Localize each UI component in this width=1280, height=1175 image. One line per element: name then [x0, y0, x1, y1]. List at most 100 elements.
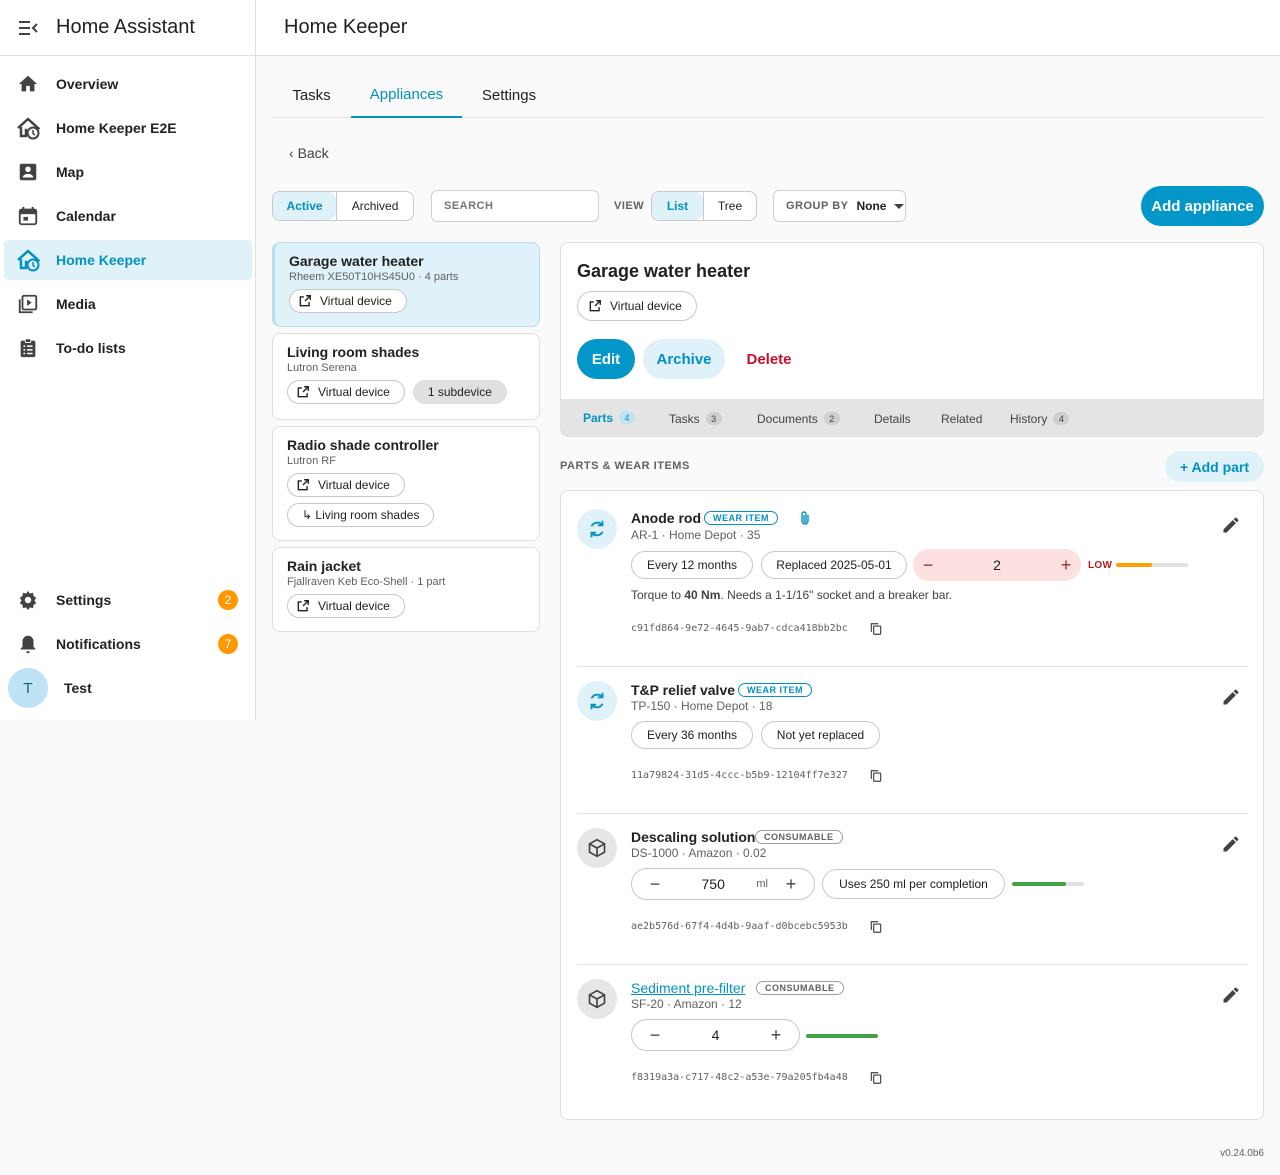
archive-button[interactable]: Archive: [643, 339, 725, 379]
part-uuid: c91fd864-9e72-4645-9ab7-cdca418bb2bc: [631, 623, 848, 634]
copy-icon[interactable]: [869, 622, 883, 636]
sidebar-item-settings[interactable]: Settings 2: [4, 580, 252, 620]
virtual-device-chip[interactable]: Virtual device: [287, 380, 405, 404]
tab-appliances[interactable]: Appliances: [351, 72, 462, 118]
pencil-icon: [1223, 689, 1239, 705]
paperclip-icon[interactable]: [799, 510, 811, 529]
sidebar-item-calendar[interactable]: Calendar: [4, 196, 252, 236]
decrement-button[interactable]: −: [640, 874, 670, 895]
appliance-card[interactable]: Rain jacket Fjallraven Keb Eco-Shell · 1…: [272, 547, 540, 632]
virtual-device-chip[interactable]: Virtual device: [287, 594, 405, 618]
sidebar-item-todo-lists[interactable]: To-do lists: [4, 328, 252, 368]
part-name-link[interactable]: Sediment pre-filter: [631, 980, 745, 996]
search-input[interactable]: [431, 190, 599, 222]
refresh-icon: [577, 509, 617, 549]
sidebar-item-home-keeper[interactable]: Home Keeper: [4, 240, 252, 280]
parent-device-chip[interactable]: ↳ Living room shades: [287, 503, 435, 527]
subtab-documents[interactable]: Documents 2: [757, 399, 840, 436]
status-filter: Active Archived: [272, 191, 414, 221]
media-icon: [4, 293, 52, 315]
avatar[interactable]: T: [8, 668, 48, 708]
quantity-unit: ml: [756, 878, 768, 890]
app-title: Home Assistant: [56, 16, 195, 38]
user-name[interactable]: Test: [64, 680, 92, 696]
delete-button[interactable]: Delete: [739, 339, 799, 379]
appliance-subtitle: Lutron RF: [287, 455, 336, 467]
edit-part-button[interactable]: [1221, 687, 1241, 707]
increment-button[interactable]: +: [761, 1025, 791, 1046]
appliance-card[interactable]: Radio shade controller Lutron RF Virtual…: [272, 426, 540, 541]
copy-icon[interactable]: [869, 769, 883, 783]
package-icon: [577, 828, 617, 868]
divider: [577, 813, 1248, 814]
view-toggle: List Tree: [651, 191, 757, 221]
edit-button[interactable]: Edit: [577, 339, 635, 379]
virtual-device-chip[interactable]: Virtual device: [289, 289, 407, 313]
back-label: Back: [297, 145, 329, 161]
filter-archived-button[interactable]: Archived: [336, 192, 413, 220]
virtual-device-chip[interactable]: Virtual device: [577, 291, 697, 321]
low-stock-label: LOW: [1088, 560, 1113, 571]
appliance-subtitle: Fjallraven Keb Eco-Shell · 1 part: [287, 576, 446, 588]
filter-active-button[interactable]: Active: [273, 192, 337, 220]
menu-toggle-button[interactable]: [0, 0, 56, 56]
quantity-stepper: − 2 +: [913, 549, 1081, 581]
refresh-icon: [577, 681, 617, 721]
decrement-button[interactable]: −: [640, 1025, 670, 1046]
wear-item-tag: WEAR ITEM: [738, 683, 812, 697]
add-part-button[interactable]: + Add part: [1165, 451, 1264, 482]
add-appliance-button[interactable]: Add appliance: [1141, 186, 1264, 226]
back-link[interactable]: ‹ Back: [289, 145, 329, 161]
part-uuid: f8319a3a-c717-48c2-a53e-79a205fb4a48: [631, 1072, 848, 1083]
increment-button[interactable]: +: [1051, 555, 1081, 576]
subtab-related[interactable]: Related: [941, 399, 982, 436]
pencil-icon: [1223, 987, 1239, 1003]
edit-part-button[interactable]: [1221, 985, 1241, 1005]
subtab-tasks[interactable]: Tasks 3: [669, 399, 722, 436]
copy-icon[interactable]: [869, 1071, 883, 1085]
tab-tasks[interactable]: Tasks: [272, 72, 351, 118]
sidebar-item-home-keeper-e2e[interactable]: Home Keeper E2E: [4, 108, 252, 148]
subtab-label: Tasks: [669, 411, 700, 426]
quantity-value: 2: [993, 557, 1001, 573]
edit-part-button[interactable]: [1221, 834, 1241, 854]
chip-label: Virtual device: [320, 294, 392, 308]
open-external-icon: [298, 294, 312, 308]
package-icon: [577, 979, 617, 1019]
group-by-select[interactable]: GROUP BY None: [773, 190, 906, 222]
view-tree-button[interactable]: Tree: [703, 192, 756, 220]
subtab-details[interactable]: Details: [874, 399, 911, 436]
stock-level-bar: [806, 1034, 878, 1038]
increment-button[interactable]: +: [776, 874, 806, 895]
sidebar-item-media[interactable]: Media: [4, 284, 252, 324]
edit-part-button[interactable]: [1221, 515, 1241, 535]
decrement-button[interactable]: −: [913, 555, 943, 576]
sidebar-item-overview[interactable]: Overview: [4, 64, 252, 104]
tab-settings[interactable]: Settings: [462, 72, 556, 118]
part-name: Descaling solution: [631, 829, 756, 845]
stock-level-fill: [1012, 882, 1066, 886]
top-bar: Home Keeper: [256, 0, 1280, 56]
appliance-card[interactable]: Living room shades Lutron Serena Virtual…: [272, 333, 540, 420]
map-person-icon: [4, 161, 52, 183]
parts-list: Anode rod WEAR ITEM AR-1 · Home Depot · …: [560, 490, 1264, 1120]
quantity-stepper: − 750 ml +: [631, 868, 815, 900]
appliance-detail: Garage water heater Virtual device Edit …: [560, 242, 1264, 437]
copy-icon[interactable]: [869, 920, 883, 934]
subdevice-chip[interactable]: 1 subdevice: [412, 380, 507, 404]
sidebar-item-label: To-do lists: [56, 340, 126, 356]
appliance-name: Living room shades: [287, 344, 420, 360]
subtab-parts[interactable]: Parts 4: [573, 399, 645, 436]
home-clock-icon: [4, 248, 52, 272]
note-text: Torque to: [631, 588, 685, 602]
view-list-button[interactable]: List: [652, 192, 704, 220]
virtual-device-chip[interactable]: Virtual device: [287, 473, 405, 497]
part-subtitle: TP-150 · Home Depot · 18: [631, 699, 773, 713]
appliance-name: Garage water heater: [289, 253, 424, 269]
sidebar-item-map[interactable]: Map: [4, 152, 252, 192]
sidebar-item-notifications[interactable]: Notifications 7: [4, 624, 252, 664]
subtab-history[interactable]: History 4: [1010, 399, 1070, 436]
page-title: Home Keeper: [284, 16, 408, 38]
open-external-icon: [296, 385, 310, 399]
appliance-card[interactable]: Garage water heater Rheem XE50T10HS45U0 …: [272, 242, 540, 327]
